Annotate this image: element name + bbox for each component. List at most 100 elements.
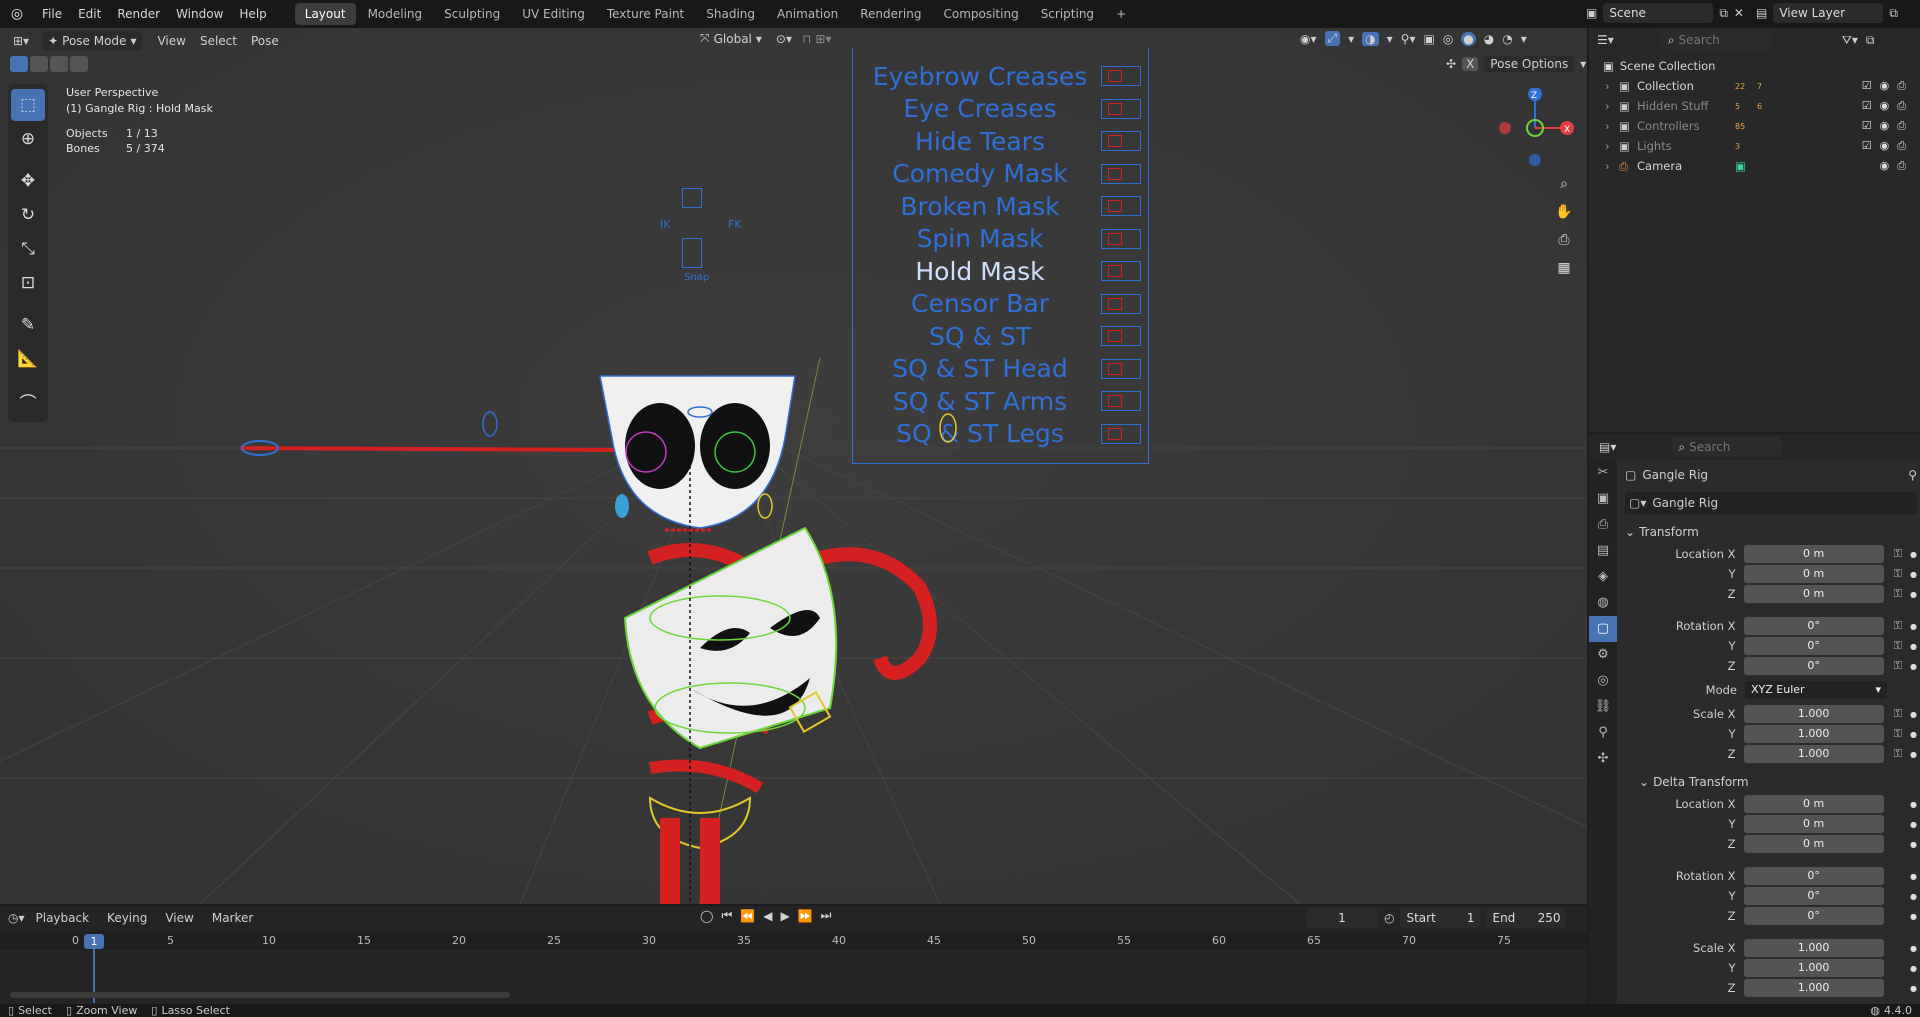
record-icon[interactable]: ◯	[700, 909, 713, 923]
render-camera-icon[interactable]: ⎙	[1897, 119, 1906, 133]
gizmo-options-icon[interactable]: ▾	[1348, 32, 1354, 46]
view-layer-selector[interactable]: View Layer	[1773, 3, 1884, 23]
timeline-menu-marker[interactable]: Marker	[205, 908, 260, 928]
visibility-eye-icon[interactable]: ◉	[1880, 119, 1890, 133]
outliner-item-hidden-stuff[interactable]: › ▣ Hidden Stuff 5 6 ☑ ◉ ⎙	[1603, 96, 1906, 116]
modifiers-tab-icon[interactable]: ⚙	[1589, 642, 1617, 668]
property-value-field[interactable]: 0 m	[1743, 585, 1884, 603]
timeline-menu-view[interactable]: View	[158, 908, 200, 928]
gizmo-toggle-icon[interactable]: ⤢	[1324, 31, 1341, 46]
select-new-icon[interactable]	[10, 56, 28, 72]
jump-start-icon[interactable]: ⏮	[721, 908, 732, 923]
shading-material-icon[interactable]: ◕	[1484, 32, 1494, 46]
scale-tool-icon[interactable]: ⤡	[11, 233, 45, 265]
keyframe-dot-icon[interactable]: ●	[1910, 872, 1917, 881]
rotation-mode-select[interactable]: XYZ Euler ▾	[1745, 681, 1887, 699]
properties-editor-icon[interactable]: ▤▾	[1599, 440, 1616, 454]
overlay-options-icon[interactable]: ▾	[1387, 32, 1393, 46]
jump-key-back-icon[interactable]: ⏪	[740, 909, 755, 923]
rig-option-row[interactable]: Hide Tears	[853, 125, 1148, 158]
visibility-eye-icon[interactable]: ◉	[1880, 79, 1890, 93]
pin-icon[interactable]: ⚲	[1908, 468, 1917, 482]
playhead[interactable]: 1	[84, 934, 104, 949]
end-frame-field[interactable]: End 250	[1486, 908, 1567, 928]
keyframe-dot-icon[interactable]: ●	[1910, 550, 1917, 559]
menu-render[interactable]: Render	[109, 0, 168, 28]
tab-texture-paint[interactable]: Texture Paint	[597, 3, 694, 25]
keyframe-dot-icon[interactable]: ●	[1910, 800, 1917, 809]
timeline-menu-keying[interactable]: Keying	[100, 908, 154, 928]
rig-option-checkbox[interactable]	[1101, 131, 1141, 152]
property-value-field[interactable]: 1.000	[1743, 979, 1884, 997]
relax-pose-tool-icon[interactable]: ⌒	[11, 385, 45, 417]
lock-icon[interactable]: ⚿	[1894, 747, 1902, 761]
move-tool-icon[interactable]: ✥	[11, 165, 45, 197]
perspective-toggle-icon[interactable]: ▦	[1550, 254, 1578, 282]
render-camera-icon[interactable]: ⎙	[1897, 159, 1906, 173]
property-value-field[interactable]: 0°	[1743, 657, 1884, 675]
scene-tab-icon[interactable]: ◈	[1589, 564, 1617, 590]
render-camera-icon[interactable]: ⎙	[1897, 99, 1906, 113]
outliner-item-controllers[interactable]: › ▣ Controllers 85 ☑ ◉ ⎙	[1603, 116, 1906, 136]
property-value-field[interactable]: 0 m	[1743, 815, 1884, 833]
render-camera-icon[interactable]: ⎙	[1897, 79, 1906, 93]
start-frame-field[interactable]: Start 1	[1400, 908, 1481, 928]
viewport-menu-view[interactable]: View	[150, 31, 192, 51]
tab-shading[interactable]: Shading	[696, 3, 765, 25]
lock-icon[interactable]: ⚿	[1894, 547, 1902, 561]
snap-icon[interactable]: ⊓	[802, 32, 811, 46]
output-tab-icon[interactable]: ⎙	[1589, 512, 1617, 538]
exclude-checkbox[interactable]: ☑	[1862, 119, 1872, 133]
viewport-menu-pose[interactable]: Pose	[244, 31, 286, 51]
new-collection-icon[interactable]: ⧉	[1866, 33, 1875, 48]
jump-end-icon[interactable]: ⏭	[821, 908, 832, 923]
visibility-eye-icon[interactable]: ◉	[1880, 139, 1890, 153]
keyframe-dot-icon[interactable]: ●	[1910, 570, 1917, 579]
play-icon[interactable]: ▶	[780, 909, 789, 923]
property-value-field[interactable]: 0°	[1743, 617, 1884, 635]
menu-help[interactable]: Help	[231, 0, 274, 28]
tab-rendering[interactable]: Rendering	[850, 3, 931, 25]
rig-option-row[interactable]: Spin Mask	[853, 223, 1148, 256]
3d-viewport[interactable]: ⊞▾ ✦ Pose Mode ▾ View Select Pose ⤧ Glob…	[0, 28, 1587, 904]
lock-icon[interactable]: ⚿	[1894, 619, 1902, 633]
rig-option-checkbox[interactable]	[1101, 391, 1141, 412]
exclude-checkbox[interactable]: ☑	[1862, 99, 1872, 113]
navigation-gizmo[interactable]: Z X	[1495, 88, 1575, 168]
play-reverse-icon[interactable]: ◀	[763, 909, 772, 923]
property-value-field[interactable]: 1.000	[1743, 705, 1884, 723]
lock-icon[interactable]: ⚿	[1894, 659, 1902, 673]
transform-section-header[interactable]: ⌄ Transform	[1625, 520, 1917, 544]
snap-options-icon[interactable]: ⊞▾	[815, 32, 831, 46]
property-value-field[interactable]: 0 m	[1743, 835, 1884, 853]
scene-selector[interactable]: Scene	[1603, 3, 1714, 23]
current-frame-field[interactable]: 1	[1306, 908, 1378, 928]
scene-collection-row[interactable]: ▣ Scene Collection	[1603, 56, 1906, 76]
rig-option-row[interactable]: Hold Mask	[853, 255, 1148, 288]
select-box-tool-icon[interactable]: ⬚	[11, 89, 45, 121]
exclude-checkbox[interactable]: ☑	[1862, 139, 1872, 153]
outliner-item-lights[interactable]: › ▣ Lights 3 ☑ ◉ ⎙	[1603, 136, 1906, 156]
tab-layout[interactable]: Layout	[294, 3, 356, 25]
editor-type-icon[interactable]: ⊞▾	[6, 31, 36, 51]
property-value-field[interactable]: 1.000	[1743, 745, 1884, 763]
cursor-tool-icon[interactable]: ⊕	[11, 123, 45, 155]
keyframe-dot-icon[interactable]: ●	[1910, 820, 1917, 829]
tool-tab-icon[interactable]: ✂	[1589, 460, 1617, 486]
zoom-icon[interactable]: ⌕	[1550, 170, 1578, 198]
lock-icon[interactable]: ⚿	[1894, 639, 1902, 653]
expand-chevron-icon[interactable]: ›	[1605, 139, 1619, 153]
visibility-eye-icon[interactable]: ◉	[1880, 99, 1890, 113]
timeline-editor-icon[interactable]: ◷▾	[8, 911, 25, 925]
shading-rendered-icon[interactable]: ◔	[1502, 32, 1512, 46]
bone-axis-icon[interactable]: ✣	[1446, 57, 1456, 71]
x-mirror-toggle[interactable]: X	[1462, 57, 1479, 71]
lock-icon[interactable]: ⚿	[1894, 567, 1902, 581]
shading-solid-icon[interactable]: ●	[1461, 31, 1476, 46]
rotate-tool-icon[interactable]: ↻	[11, 199, 45, 231]
pose-options-button[interactable]: Pose Options	[1484, 56, 1575, 72]
delta-section-header[interactable]: ⌄ Delta Transform	[1625, 770, 1917, 794]
property-value-field[interactable]: 1.000	[1743, 725, 1884, 743]
keyframe-dot-icon[interactable]: ●	[1910, 944, 1917, 953]
pan-hand-icon[interactable]: ✋	[1550, 198, 1578, 226]
